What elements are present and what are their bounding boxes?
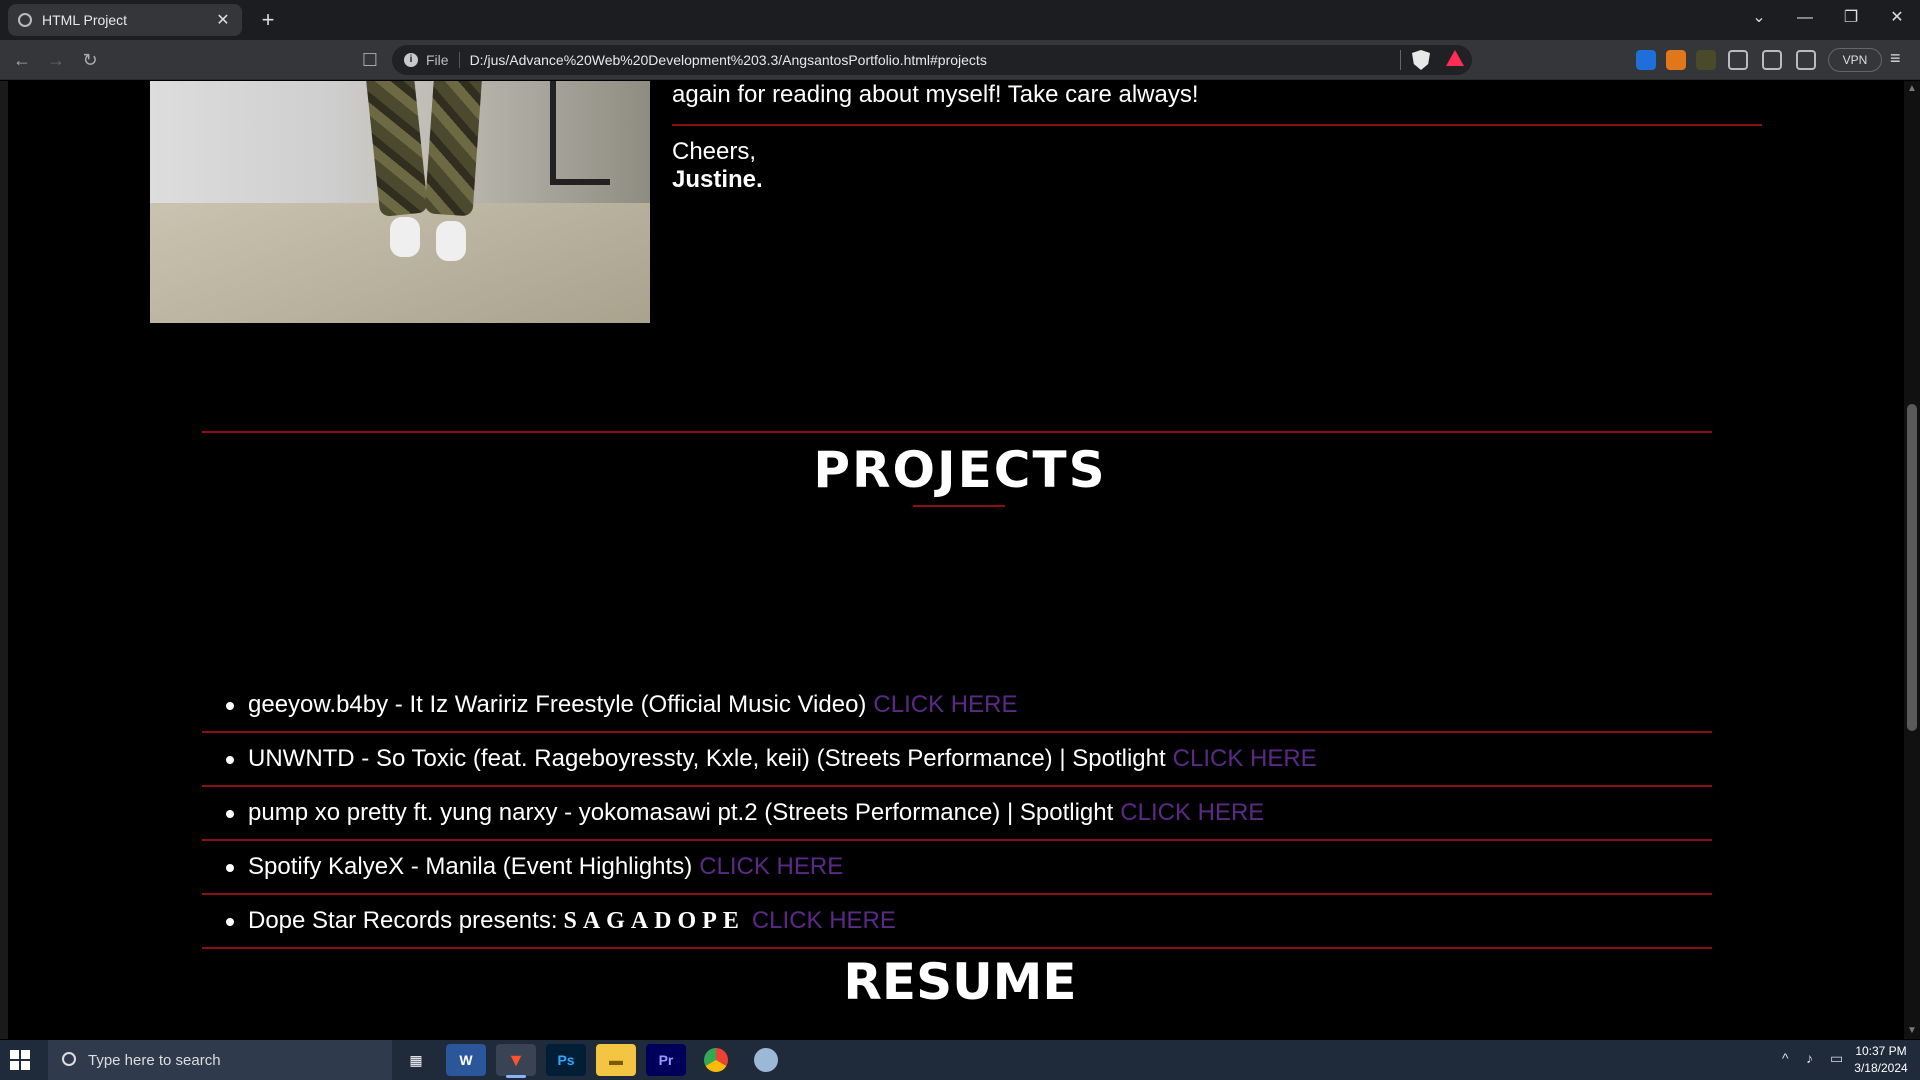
task-view-icon[interactable]: ▦ bbox=[396, 1044, 436, 1076]
browser-toolbar: ← → ↻ ☐ i File D:/jus/Advance%20Web%20De… bbox=[0, 40, 1920, 80]
scrollbar-thumb[interactable] bbox=[1907, 404, 1917, 731]
wallet-icon[interactable] bbox=[1796, 50, 1816, 70]
volume-icon[interactable]: ♪ bbox=[1806, 1050, 1813, 1066]
photo-leg-left bbox=[363, 81, 429, 218]
project-title: geeyow.b4by - It Iz Waririz Freestyle (O… bbox=[248, 691, 867, 718]
premiere-icon[interactable]: Pr bbox=[646, 1044, 686, 1076]
project-link[interactable]: CLICK HERE bbox=[1173, 745, 1317, 773]
close-window-button[interactable]: ✕ bbox=[1874, 4, 1920, 32]
projects-heading-underline bbox=[913, 505, 1005, 507]
address-bar[interactable]: i File D:/jus/Advance%20Web%20Developmen… bbox=[392, 45, 1472, 75]
project-item: Spotify KalyeX - Manila (Event Highlight… bbox=[202, 841, 1712, 895]
taskbar-search-placeholder: Type here to search bbox=[88, 1051, 221, 1069]
photo-shoe-left bbox=[390, 217, 420, 257]
hamburger-menu-icon[interactable]: ≡ bbox=[1890, 48, 1901, 69]
address-divider bbox=[1400, 50, 1401, 70]
minimize-button[interactable]: — bbox=[1782, 4, 1828, 32]
photo-railing bbox=[550, 81, 610, 185]
browser-tab[interactable]: HTML Project ✕ bbox=[8, 4, 242, 36]
puzzle-extensions-icon[interactable] bbox=[1728, 50, 1748, 70]
back-icon[interactable]: ← bbox=[8, 46, 36, 74]
project-link[interactable]: CLICK HERE bbox=[699, 853, 843, 881]
about-closing: Cheers, bbox=[672, 138, 757, 165]
projects-heading: PROJECTS bbox=[813, 441, 1107, 499]
bookmark-icon[interactable]: ☐ bbox=[356, 46, 384, 74]
project-list: geeyow.b4by - It Iz Waririz Freestyle (O… bbox=[202, 679, 1712, 949]
project-item: pump xo pretty ft. yung narxy - yokomasa… bbox=[202, 787, 1712, 841]
reload-icon[interactable]: ↻ bbox=[76, 46, 104, 74]
bitwarden-extension-icon[interactable] bbox=[1636, 50, 1656, 70]
project-link[interactable]: CLICK HERE bbox=[1120, 799, 1264, 827]
tab-title: HTML Project bbox=[42, 12, 128, 28]
project-styled-title: SAGADOPE bbox=[563, 907, 745, 934]
scroll-down-icon[interactable]: ▼ bbox=[1907, 1025, 1917, 1036]
about-signature: Justine. bbox=[672, 166, 763, 193]
windows-start-icon[interactable] bbox=[10, 1050, 30, 1070]
url-text[interactable]: D:/jus/Advance%20Web%20Development%203.3… bbox=[470, 52, 987, 68]
tray-expand-icon[interactable]: ^ bbox=[1782, 1050, 1789, 1066]
about-divider bbox=[672, 124, 1762, 126]
brave-browser-icon[interactable]: ▼ bbox=[496, 1044, 536, 1078]
page-scrollbar[interactable]: ▲ ▼ bbox=[1904, 81, 1920, 1039]
project-title: Spotify KalyeX - Manila (Event Highlight… bbox=[248, 853, 693, 880]
project-title: Dope Star Records presents: bbox=[248, 907, 558, 934]
network-icon[interactable]: ▭ bbox=[1830, 1050, 1843, 1067]
extension-icon[interactable] bbox=[1696, 50, 1716, 70]
clock-date: 3/18/2024 bbox=[1854, 1061, 1908, 1075]
project-link[interactable]: CLICK HERE bbox=[873, 691, 1017, 719]
profile-photo bbox=[150, 81, 650, 323]
vpn-button[interactable]: VPN bbox=[1828, 48, 1882, 72]
projects-top-rule bbox=[202, 431, 1712, 433]
taskbar-search-input[interactable]: Type here to search bbox=[48, 1040, 392, 1080]
brave-rewards-icon[interactable] bbox=[1446, 50, 1464, 66]
url-scheme-label: File bbox=[426, 52, 460, 68]
project-title: UNWNTD - So Toxic (feat. Rageboyressty, … bbox=[248, 745, 1166, 772]
scroll-up-icon[interactable]: ▲ bbox=[1907, 83, 1917, 94]
taskbar-clock[interactable]: 10:37 PM 3/18/2024 bbox=[1846, 1043, 1916, 1077]
tab-search-button[interactable]: ⌄ bbox=[1736, 4, 1782, 32]
restore-button[interactable]: ❐ bbox=[1828, 4, 1874, 32]
photo-leg-right bbox=[424, 81, 484, 217]
word-icon[interactable]: W bbox=[446, 1044, 486, 1076]
new-tab-button[interactable]: + bbox=[256, 7, 280, 33]
globe-icon bbox=[18, 13, 32, 27]
file-explorer-icon[interactable]: ▬ bbox=[596, 1044, 636, 1076]
photo-shoe-right bbox=[436, 221, 466, 261]
active-app-indicator bbox=[506, 1075, 526, 1078]
windows-taskbar: Type here to search ▦ W ▼ Ps ▬ Pr ^ ♪ ▭ … bbox=[0, 1040, 1920, 1080]
project-link[interactable]: CLICK HERE bbox=[752, 907, 896, 935]
metamask-extension-icon[interactable] bbox=[1666, 50, 1686, 70]
clock-time: 10:37 PM bbox=[1855, 1044, 1907, 1058]
photoshop-icon[interactable]: Ps bbox=[546, 1044, 586, 1076]
project-item: Dope Star Records presents: SAGADOPE CLI… bbox=[202, 895, 1712, 949]
info-icon[interactable]: i bbox=[404, 53, 418, 67]
sidebar-icon[interactable] bbox=[1762, 50, 1782, 70]
project-title: pump xo pretty ft. yung narxy - yokomasa… bbox=[248, 799, 1114, 826]
project-item: geeyow.b4by - It Iz Waririz Freestyle (O… bbox=[202, 679, 1712, 733]
about-text: again for reading about myself! Take car… bbox=[672, 81, 1199, 108]
search-icon bbox=[62, 1052, 76, 1066]
chrome-icon[interactable] bbox=[696, 1044, 736, 1076]
forward-icon[interactable]: → bbox=[42, 46, 70, 74]
page-viewport: again for reading about myself! Take car… bbox=[0, 81, 1920, 1039]
resume-heading: RESUME bbox=[843, 953, 1077, 1011]
browser-tab-bar: HTML Project ✕ + ⌄ — ❐ ✕ bbox=[0, 0, 1920, 40]
close-tab-icon[interactable]: ✕ bbox=[214, 10, 232, 30]
project-item: UNWNTD - So Toxic (feat. Rageboyressty, … bbox=[202, 733, 1712, 787]
app-icon[interactable] bbox=[746, 1044, 786, 1076]
